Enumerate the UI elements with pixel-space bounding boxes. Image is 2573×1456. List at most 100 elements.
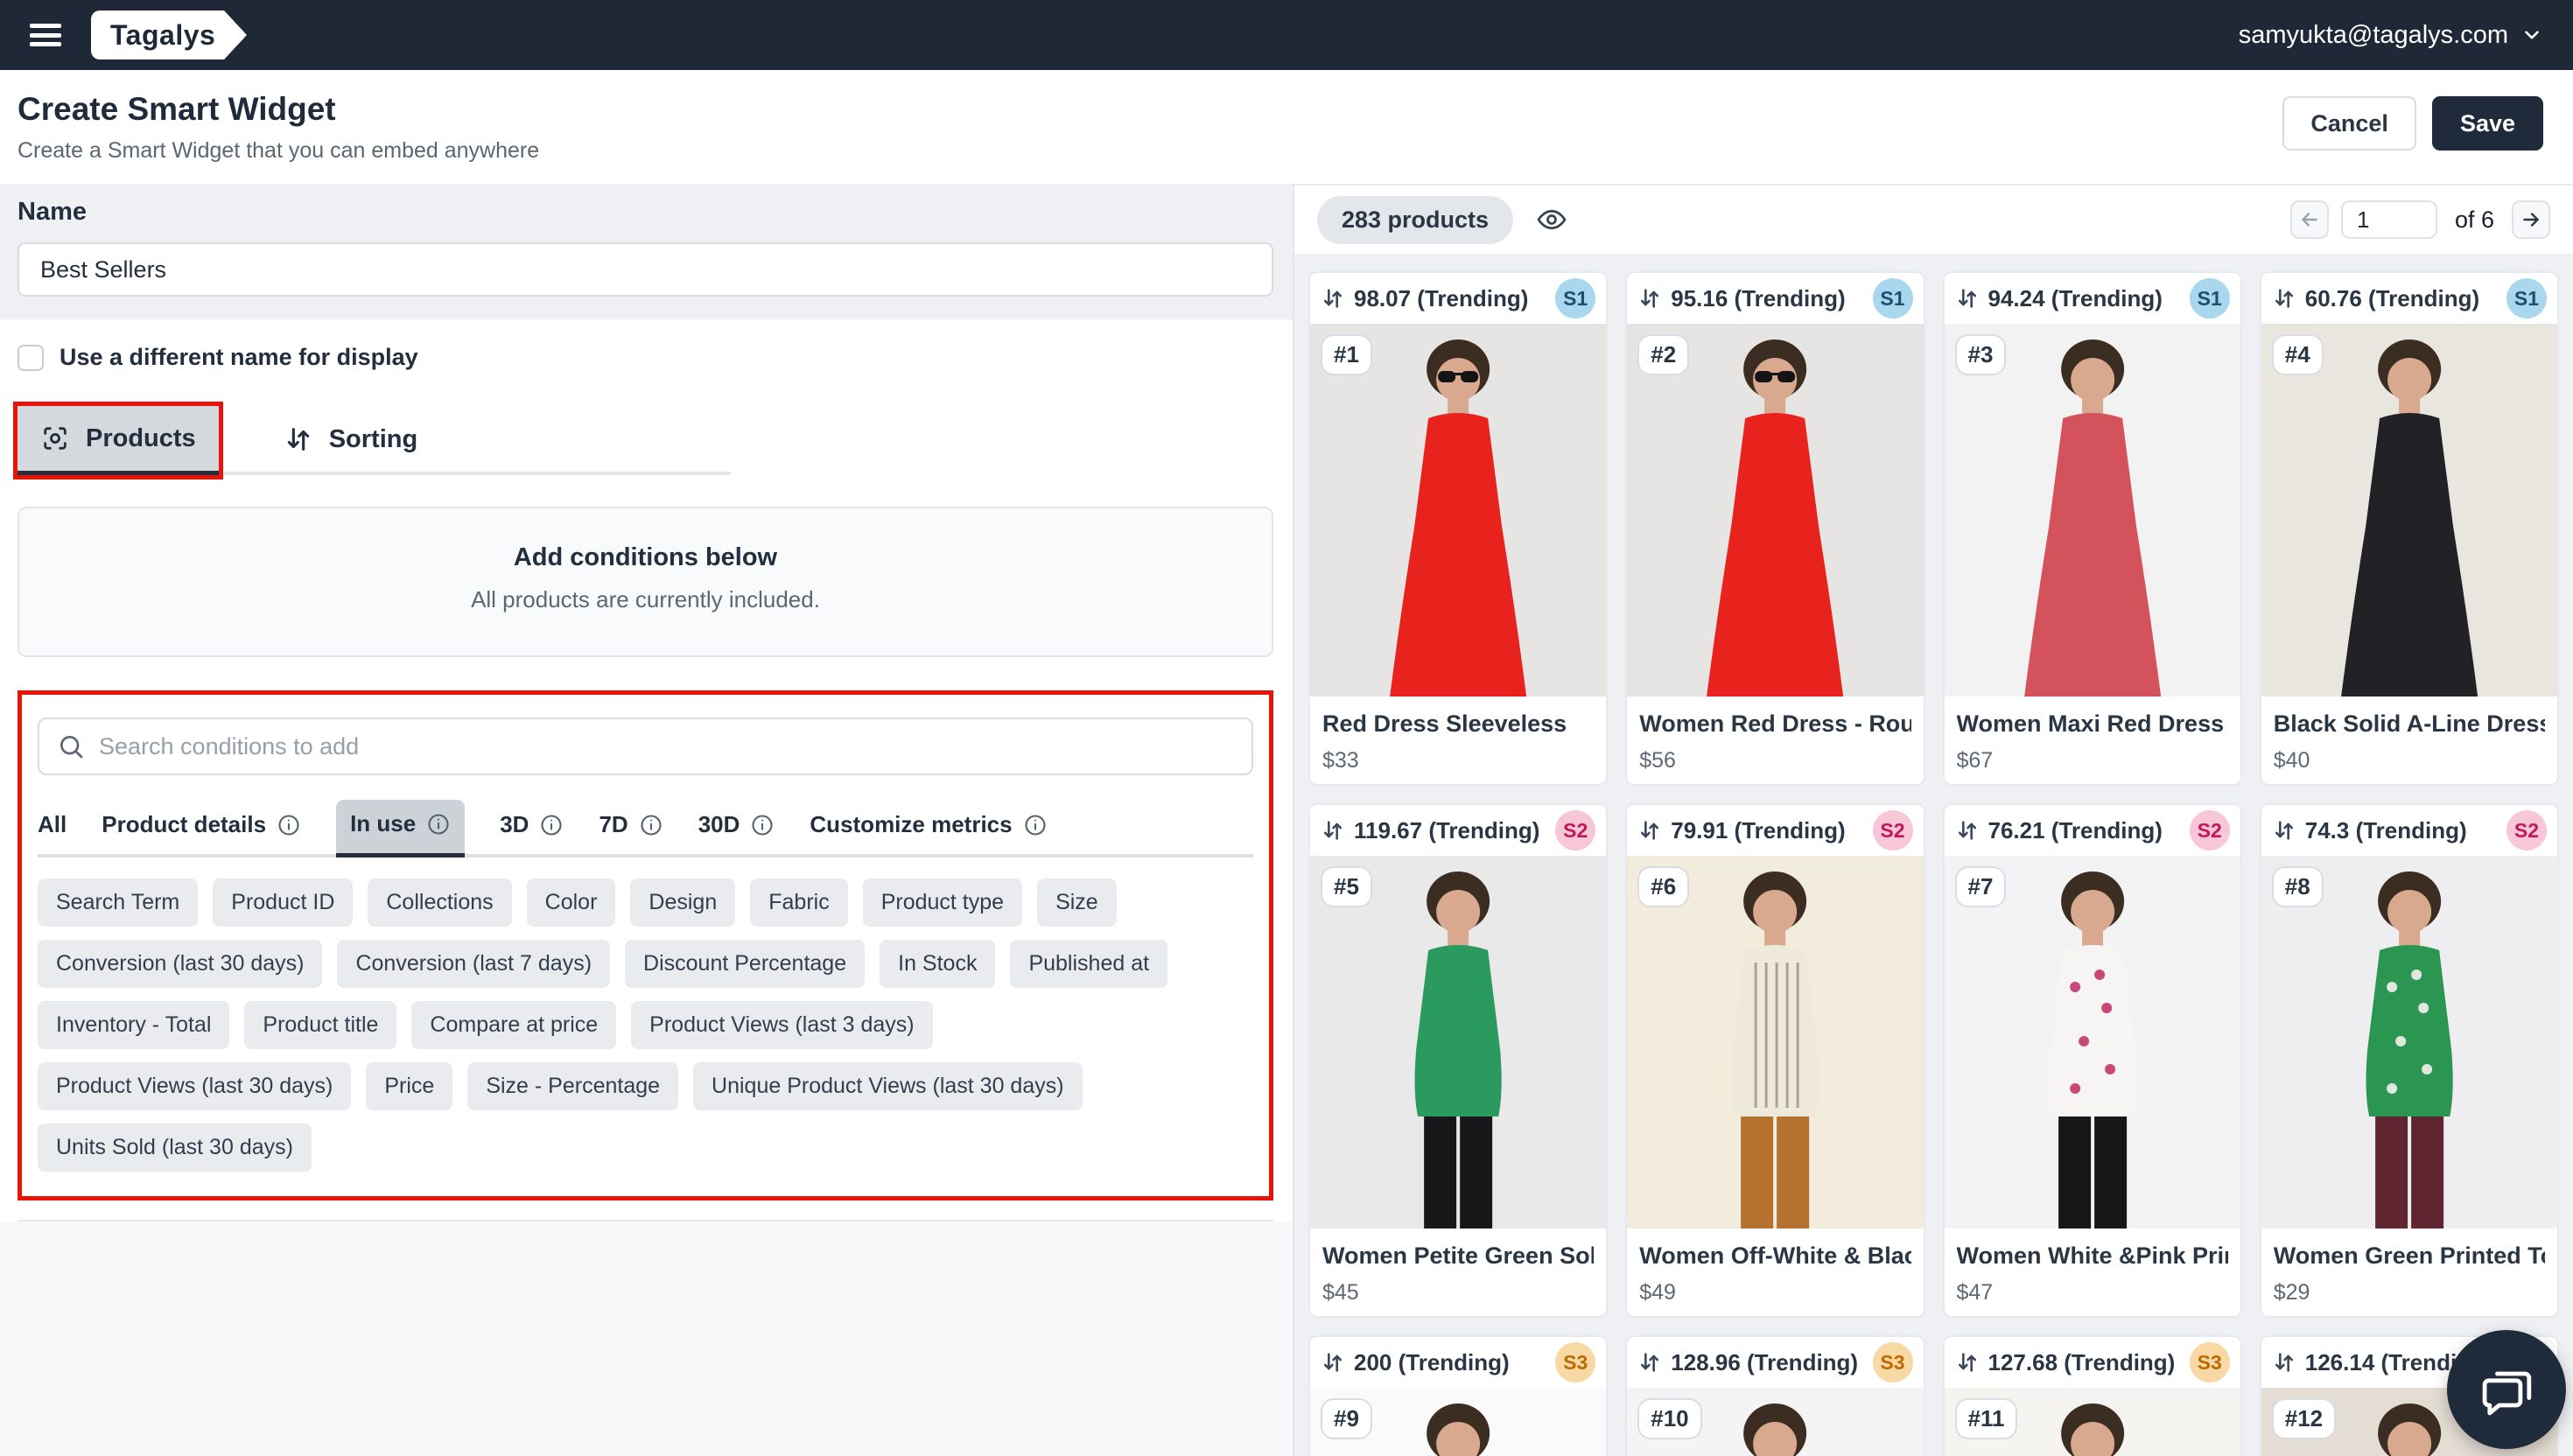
product-card-2[interactable]: 95.16 (Trending)S1#2Women Red Dress - Ro… bbox=[1625, 271, 1924, 786]
user-account-menu[interactable]: samyukta@tagalys.com bbox=[2239, 21, 2543, 50]
info-icon bbox=[1023, 813, 1048, 837]
product-card-header: 60.76 (Trending)S1 bbox=[2261, 273, 2557, 324]
condition-chip-product-title[interactable]: Product title bbox=[244, 1001, 396, 1049]
conditions-empty-state: Add conditions below All products are cu… bbox=[18, 507, 1273, 657]
search-conditions-input[interactable] bbox=[38, 718, 1253, 775]
condition-chip-fabric[interactable]: Fabric bbox=[750, 878, 847, 927]
name-input[interactable] bbox=[18, 242, 1273, 297]
product-card-6[interactable]: 79.91 (Trending)S2#6Women Off-White & Bl… bbox=[1625, 803, 1924, 1318]
condition-chip-product-views-last-3-days[interactable]: Product Views (last 3 days) bbox=[631, 1001, 932, 1049]
condition-chip-units-sold-last-30-days[interactable]: Units Sold (last 30 days) bbox=[38, 1124, 312, 1172]
product-score: 128.96 (Trending) bbox=[1671, 1349, 1863, 1376]
product-card-5[interactable]: 119.67 (Trending)S2#5Women Petite Green … bbox=[1308, 803, 1608, 1318]
product-price: $47 bbox=[1957, 1280, 2228, 1306]
condition-chip-color[interactable]: Color bbox=[527, 878, 616, 927]
tab-products-label: Products bbox=[86, 424, 196, 453]
sort-arrows-icon bbox=[1637, 286, 1662, 311]
condition-chip-size-percentage[interactable]: Size - Percentage bbox=[467, 1062, 678, 1110]
product-card-11[interactable]: 127.68 (Trending)S3#11 bbox=[1943, 1335, 2242, 1456]
previous-page-button[interactable] bbox=[2290, 200, 2329, 239]
sort-arrows-icon bbox=[1321, 286, 1345, 311]
score-tier-badge: S3 bbox=[1873, 1342, 1913, 1382]
score-tier-badge: S1 bbox=[1873, 278, 1913, 318]
product-card-8[interactable]: 74.3 (Trending)S2#8Women Green Printed T… bbox=[2260, 803, 2559, 1318]
condition-chip-price[interactable]: Price bbox=[366, 1062, 452, 1110]
product-card-4[interactable]: 60.76 (Trending)S1#4Black Solid A-Line D… bbox=[2260, 271, 2559, 786]
score-tier-badge: S2 bbox=[2506, 810, 2547, 850]
preview-eye-button[interactable] bbox=[1536, 203, 1569, 236]
rank-badge: #2 bbox=[1637, 334, 1689, 375]
condition-filter-tabs: All Product details In use 3D 7D 30D Customize… bbox=[38, 800, 1253, 858]
condition-chip-in-stock[interactable]: In Stock bbox=[880, 940, 995, 988]
next-page-button[interactable] bbox=[2512, 200, 2550, 239]
page-number-input[interactable] bbox=[2341, 200, 2437, 239]
condition-chip-compare-at-price[interactable]: Compare at price bbox=[411, 1001, 616, 1049]
condition-chip-product-type[interactable]: Product type bbox=[863, 878, 1022, 927]
cancel-button[interactable]: Cancel bbox=[2282, 96, 2416, 150]
product-image: #8 bbox=[2261, 856, 2557, 1228]
info-icon bbox=[277, 813, 301, 837]
product-image: #9 bbox=[1310, 1388, 1606, 1456]
product-photo bbox=[2261, 324, 2557, 696]
filter-tab-7d[interactable]: 7D bbox=[599, 801, 663, 854]
menu-icon[interactable] bbox=[30, 20, 65, 50]
sort-arrows-icon bbox=[1955, 1350, 1980, 1375]
product-photo bbox=[1627, 324, 1923, 696]
condition-chip-unique-product-views-last-30-days[interactable]: Unique Product Views (last 30 days) bbox=[693, 1062, 1083, 1110]
rank-badge: #10 bbox=[1637, 1398, 1701, 1439]
product-card-3[interactable]: 94.24 (Trending)S1#3Women Maxi Red Dress… bbox=[1943, 271, 2242, 786]
product-photo bbox=[2261, 856, 2557, 1228]
product-title: Women Maxi Red Dress wi... bbox=[1957, 710, 2228, 738]
chat-support-button[interactable] bbox=[2447, 1330, 2566, 1449]
filter-tab-all[interactable]: All bbox=[38, 801, 67, 854]
display-name-checkbox-row[interactable]: Use a different name for display bbox=[18, 344, 1273, 371]
page-subtitle: Create a Smart Widget that you can embed… bbox=[18, 138, 539, 164]
filter-tab-customize-metrics[interactable]: Customize metrics bbox=[810, 801, 1047, 854]
product-card-1[interactable]: 98.07 (Trending)S1#1Red Dress Sleeveless… bbox=[1308, 271, 1608, 786]
condition-chip-discount-percentage[interactable]: Discount Percentage bbox=[625, 940, 865, 988]
arrow-right-icon bbox=[2520, 208, 2542, 231]
tab-sorting[interactable]: Sorting bbox=[261, 407, 441, 472]
product-image: #11 bbox=[1945, 1388, 2240, 1456]
sort-arrows-icon bbox=[2272, 286, 2296, 311]
product-image: #1 bbox=[1310, 324, 1606, 696]
chevron-down-icon bbox=[2520, 24, 2543, 46]
condition-chip-search-term[interactable]: Search Term bbox=[38, 878, 198, 927]
products-preview-header: 283 products of 6 bbox=[1294, 184, 2573, 254]
filter-tab-product-details[interactable]: Product details bbox=[102, 801, 301, 854]
product-card-7[interactable]: 76.21 (Trending)S2#7Women White &Pink Pr… bbox=[1943, 803, 2242, 1318]
product-score: 119.67 (Trending) bbox=[1354, 817, 1546, 844]
condition-chip-inventory-total[interactable]: Inventory - Total bbox=[38, 1001, 229, 1049]
filter-tab-30d[interactable]: 30D bbox=[698, 801, 775, 854]
condition-chip-product-id[interactable]: Product ID bbox=[213, 878, 353, 927]
rank-badge: #8 bbox=[2272, 866, 2324, 907]
rank-badge: #4 bbox=[2272, 334, 2324, 375]
tab-products[interactable]: Products bbox=[18, 406, 219, 475]
condition-chip-collections[interactable]: Collections bbox=[368, 878, 511, 927]
display-name-checkbox-label: Use a different name for display bbox=[60, 344, 418, 371]
product-card-10[interactable]: 128.96 (Trending) S3 #10 bbox=[1625, 1335, 1924, 1456]
condition-chip-published-at[interactable]: Published at bbox=[1010, 940, 1167, 988]
product-card-header: 79.91 (Trending)S2 bbox=[1627, 805, 1923, 856]
condition-chip-conversion-last-7-days[interactable]: Conversion (last 7 days) bbox=[337, 940, 610, 988]
condition-chips: Search Term Product ID Collections Color Des… bbox=[38, 878, 1253, 1182]
product-price: $49 bbox=[1639, 1280, 1910, 1306]
score-tier-badge: S2 bbox=[2190, 810, 2230, 850]
name-section: Name bbox=[0, 184, 1293, 319]
display-name-checkbox[interactable] bbox=[18, 345, 44, 371]
condition-chip-conversion-last-30-days[interactable]: Conversion (last 30 days) bbox=[38, 940, 322, 988]
condition-chip-size[interactable]: Size bbox=[1037, 878, 1117, 927]
product-card-header: 94.24 (Trending)S1 bbox=[1945, 273, 2240, 324]
condition-chip-product-views-last-30-days[interactable]: Product Views (last 30 days) bbox=[38, 1062, 351, 1110]
product-card-9[interactable]: 200 (Trending)S3#9 bbox=[1308, 1335, 1608, 1456]
condition-chip-design[interactable]: Design bbox=[630, 878, 735, 927]
filter-tab-3d[interactable]: 3D bbox=[500, 801, 564, 854]
save-button[interactable]: Save bbox=[2432, 96, 2543, 150]
product-info: Red Dress Sleeveless$33 bbox=[1310, 696, 1606, 774]
filter-tab-in-use[interactable]: In use bbox=[336, 800, 465, 858]
tagalys-logo[interactable]: Tagalys bbox=[91, 10, 224, 60]
product-price: $33 bbox=[1322, 748, 1594, 774]
product-score: 60.76 (Trending) bbox=[2305, 285, 2498, 312]
product-card-header: 76.21 (Trending)S2 bbox=[1945, 805, 2240, 856]
sort-arrows-icon bbox=[1637, 818, 1662, 843]
